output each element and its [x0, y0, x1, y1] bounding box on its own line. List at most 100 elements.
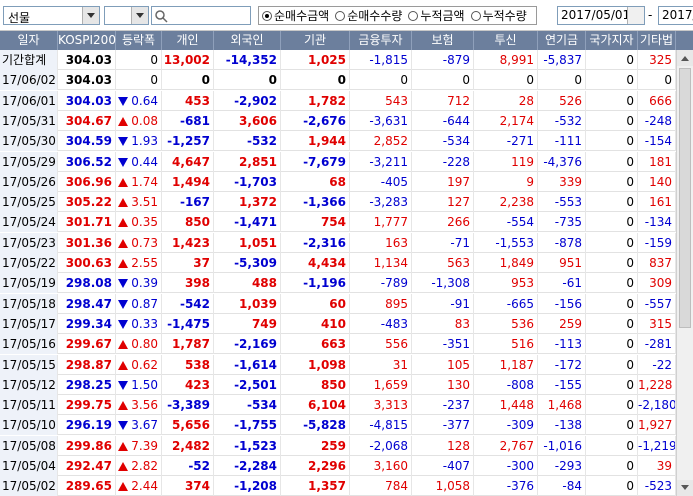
header-col-change[interactable]: 등락폭: [116, 31, 162, 50]
table-row[interactable]: 17/05/16 299.67 0.80 1,787 -2,169 663 556 -351 5…: [0, 334, 693, 355]
col-institution-cell: 1,357: [281, 476, 350, 496]
table-row[interactable]: 17/05/31 304.67 0.08 -681 3,606 -2,676 -3,631-…: [0, 110, 693, 131]
chevron-up-icon: [681, 56, 689, 61]
col-investment-trust-cell: 1,448: [474, 395, 538, 416]
col-pension-cell: 0: [538, 70, 586, 91]
scroll-thumb[interactable]: [679, 68, 691, 328]
col-investment-trust-cell: 1,849: [474, 253, 538, 273]
radio-cum-amount[interactable]: 누적금액: [408, 7, 465, 24]
table-row[interactable]: 17/05/12 298.25 1.50 423 -2,501 850 1,659 130 -8…: [0, 374, 693, 395]
col-institution-cell: -5,828: [281, 415, 350, 436]
header-col-date[interactable]: 일자: [0, 31, 58, 50]
col-institution-cell: 0: [281, 70, 350, 91]
table-row[interactable]: 17/05/19 298.08 0.39 398 488 -1,196 -789 -1,308…: [0, 273, 693, 294]
table-row[interactable]: 17/05/04 292.47 2.82 -52 -2,284 2,296 3,160 -40…: [0, 456, 693, 476]
col-individual-cell: 398: [162, 273, 214, 294]
table-row[interactable]: 17/05/30 304.59 1.93 -1,257 -532 1,944 2,852 -5…: [0, 131, 693, 152]
search-input[interactable]: [151, 6, 251, 25]
table-row[interactable]: 17/06/01 304.03 0.64 453 -2,902 1,782 543 712 28…: [0, 90, 693, 111]
col-government-cell: 0: [586, 415, 638, 436]
scroll-up-button[interactable]: [677, 50, 693, 66]
col-foreign-cell: -1,471: [214, 212, 281, 233]
radio-net-buy-amount[interactable]: 순매수금액: [262, 7, 329, 24]
triangle-up-icon: [118, 177, 128, 187]
scroll-down-button[interactable]: [677, 480, 693, 496]
col-foreign-cell: -1,703: [214, 171, 281, 192]
col-pension-cell: -5,837: [538, 50, 586, 70]
table-row[interactable]: 17/05/18 298.47 0.87 -542 1,039 60 895 -91 -665-…: [0, 293, 693, 314]
change-value: 0.44: [131, 154, 158, 169]
col-institution-cell: -2,316: [281, 232, 350, 253]
col-foreign-cell: 2,851: [214, 151, 281, 172]
header-col-kospi200[interactable]: KOSPI200: [58, 31, 116, 50]
change-value: 0: [150, 73, 158, 88]
radio-label: 누적수량: [482, 9, 527, 23]
col-date-cell: 17/05/25: [0, 192, 58, 213]
col-date-cell: 17/05/12: [0, 374, 58, 395]
col-institution-cell: 754: [281, 212, 350, 233]
col-kospi200-cell: 299.34: [58, 313, 116, 334]
col-other-corp-cell: -22: [638, 354, 676, 375]
table-row[interactable]: 17/05/10 296.19 3.67 5,656 -1,755 -5,828 -4,81…: [0, 415, 693, 436]
market-select[interactable]: 선물: [3, 6, 100, 25]
col-other-corp-cell: -557: [638, 293, 676, 314]
table-row[interactable]: 17/05/17 299.34 0.33 -1,475 749 410 -483 83 536 2…: [0, 313, 693, 334]
triangle-up-icon: [118, 462, 128, 471]
radio-dot: [262, 10, 272, 21]
table-row[interactable]: 17/05/24 301.71 0.35 850 -1,471 754 1,777 266 -5…: [0, 212, 693, 233]
radio-net-buy-qty[interactable]: 순매수수량: [335, 7, 402, 24]
col-pension-cell: 339: [538, 171, 586, 192]
table-row[interactable]: 기간합계 304.03 0 13,002 -14,352 1,025 -1,815 -879 8…: [0, 50, 693, 70]
triangle-up-icon: [118, 340, 128, 350]
col-individual-cell: -1,257: [162, 131, 214, 152]
col-institution-cell: 6,104: [281, 395, 350, 416]
table-row[interactable]: 17/05/25 305.22 3.51 -167 1,372 -1,366 -3,283 1…: [0, 192, 693, 213]
col-foreign-cell: -2,169: [214, 334, 281, 355]
chevron-down-icon[interactable]: [82, 7, 99, 24]
header-col-pension[interactable]: 연기금: [538, 31, 586, 50]
header-col-individual[interactable]: 개인: [162, 31, 214, 50]
header-col-other-corp[interactable]: 기타법인: [638, 31, 676, 66]
header-col-investment-trust[interactable]: 투신: [474, 31, 538, 50]
col-institution-cell: 2,296: [281, 456, 350, 476]
col-financial-investment-cell: 2,852: [350, 131, 412, 152]
header-col-financial-investment[interactable]: 금융투자: [350, 31, 412, 50]
vertical-scrollbar[interactable]: [676, 50, 693, 496]
table-row[interactable]: 17/05/08 299.86 7.39 2,482 -1,523 259 -2,068 12…: [0, 435, 693, 456]
table-row[interactable]: 17/05/22 300.63 2.55 37 -5,309 4,434 1,134 563 1…: [0, 253, 693, 273]
col-foreign-cell: -14,352: [214, 50, 281, 70]
col-institution-cell: 68: [281, 171, 350, 192]
col-kospi200-cell: 304.59: [58, 131, 116, 152]
col-foreign-cell: -1,208: [214, 476, 281, 496]
radio-cum-qty[interactable]: 누적수량: [470, 7, 527, 24]
secondary-select[interactable]: [104, 6, 149, 25]
table-row[interactable]: 17/05/29 306.52 0.44 4,647 2,851 -7,679 -3,211…: [0, 151, 693, 172]
col-financial-investment-cell: -789: [350, 273, 412, 294]
header-col-insurance[interactable]: 보험: [412, 31, 474, 50]
col-change-cell: 0.44: [116, 151, 162, 172]
change-value: 1.93: [131, 134, 158, 149]
table-row[interactable]: 17/05/15 298.87 0.62 538 -1,614 1,098 31 105 1,1…: [0, 354, 693, 375]
col-foreign-cell: 488: [214, 273, 281, 294]
calendar-icon[interactable]: [627, 7, 644, 24]
table-row[interactable]: 17/05/26 306.96 1.74 1,494 -1,703 68 -405 197 9 3…: [0, 171, 693, 192]
table-row[interactable]: 17/06/02 304.03 0 0 0 0 0 0 0 0 0 0: [0, 70, 693, 91]
table-row[interactable]: 17/05/02 289.65 2.44 374 -1,208 1,357 784 1,058…: [0, 476, 693, 496]
col-date-cell: 17/05/29: [0, 151, 58, 172]
date-from-field[interactable]: 2017/05/01: [557, 6, 645, 25]
header-col-foreign[interactable]: 외국인: [214, 31, 281, 50]
col-change-cell: 0.87: [116, 293, 162, 314]
date-to-field[interactable]: 2017/: [658, 6, 693, 25]
col-investment-trust-cell: 28: [474, 90, 538, 111]
table-row[interactable]: 17/05/23 301.36 0.73 1,423 1,051 -2,316 163 -71…: [0, 232, 693, 253]
header-col-government[interactable]: 국가지자체: [586, 31, 638, 66]
chevron-down-icon[interactable]: [131, 7, 148, 24]
col-other-corp-cell: 325: [638, 50, 676, 70]
search-icon[interactable]: [154, 9, 168, 23]
col-other-corp-cell: -248: [638, 110, 676, 131]
col-individual-cell: 0: [162, 70, 214, 91]
table-row[interactable]: 17/05/11 299.75 3.56 -3,389 -534 6,104 3,313 -2…: [0, 395, 693, 416]
change-value: 2.55: [131, 256, 158, 270]
header-col-institution[interactable]: 기관: [281, 31, 350, 50]
col-financial-investment-cell: 784: [350, 476, 412, 496]
